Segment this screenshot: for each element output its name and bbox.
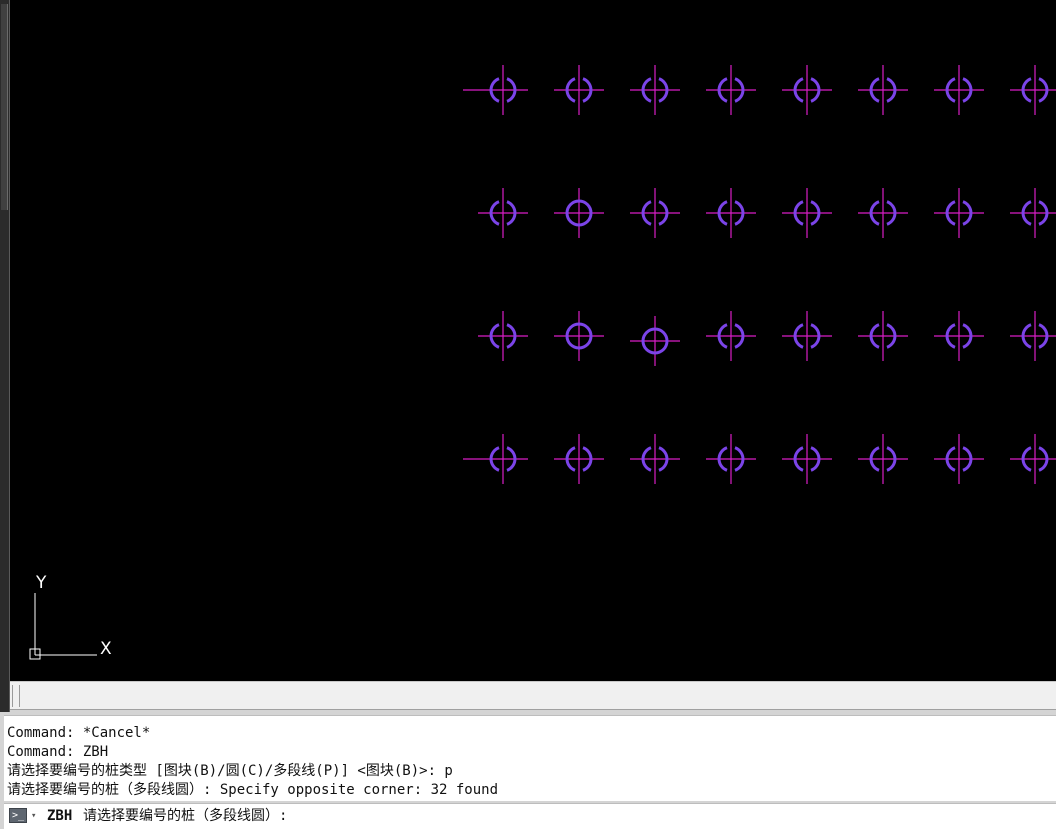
pile-symbol[interactable] xyxy=(706,188,756,238)
pile-symbol[interactable] xyxy=(782,434,832,484)
pile-symbol[interactable] xyxy=(706,65,756,115)
pile-symbol[interactable] xyxy=(1010,65,1056,115)
pile-symbol[interactable] xyxy=(630,316,680,366)
pile-symbol[interactable] xyxy=(934,434,984,484)
pile-grid[interactable] xyxy=(463,65,1056,484)
history-line: Command: ZBH xyxy=(7,744,109,760)
pile-symbol[interactable] xyxy=(630,65,680,115)
horizontal-scrollbar[interactable] xyxy=(10,681,1056,710)
pile-symbol[interactable] xyxy=(782,311,832,361)
active-command-name: ZBH xyxy=(47,808,73,824)
history-line: Command: *Cancel* xyxy=(7,725,151,741)
ucs-y-label: Y xyxy=(35,573,47,593)
left-frame-notch xyxy=(1,4,8,210)
pile-symbol[interactable] xyxy=(478,188,528,238)
command-dropdown-icon[interactable]: ▾ xyxy=(31,808,36,824)
pile-symbol[interactable] xyxy=(1010,434,1056,484)
pile-symbol[interactable] xyxy=(706,434,756,484)
pile-symbol[interactable] xyxy=(858,434,908,484)
pile-symbol[interactable] xyxy=(934,188,984,238)
pile-symbol[interactable] xyxy=(782,188,832,238)
pile-symbol[interactable] xyxy=(554,65,604,115)
pile-symbol[interactable] xyxy=(554,434,604,484)
pile-symbol[interactable] xyxy=(934,311,984,361)
left-frame-edge xyxy=(0,0,10,712)
pile-symbol[interactable] xyxy=(1010,311,1056,361)
pile-symbol[interactable] xyxy=(554,188,604,238)
pile-symbol[interactable] xyxy=(478,311,528,361)
drawing-canvas[interactable]: Y X xyxy=(10,0,1056,681)
pile-symbol[interactable] xyxy=(463,65,528,115)
pile-symbol[interactable] xyxy=(1010,188,1056,238)
pile-symbol[interactable] xyxy=(463,434,528,484)
command-line[interactable]: >_ ▾ ZBH 请选择要编号的桩（多段线圆）: xyxy=(4,803,1056,829)
ucs-axis-icon: Y X xyxy=(29,573,112,660)
command-history: Command: *Cancel* Command: ZBH 请选择要编号的桩类… xyxy=(4,715,1056,801)
command-prompt-icon[interactable]: >_ xyxy=(9,808,27,823)
history-line: 请选择要编号的桩（多段线圆）: Specify opposite corner:… xyxy=(7,782,499,798)
drawing-viewport[interactable]: Y X xyxy=(10,0,1056,681)
command-prompt-text[interactable]: 请选择要编号的桩（多段线圆）: xyxy=(83,807,287,825)
pile-symbol[interactable] xyxy=(630,434,680,484)
pile-symbol[interactable] xyxy=(934,65,984,115)
pile-symbol[interactable] xyxy=(858,311,908,361)
pile-symbol[interactable] xyxy=(858,65,908,115)
pile-symbol[interactable] xyxy=(630,188,680,238)
pile-symbol[interactable] xyxy=(782,65,832,115)
pile-symbol[interactable] xyxy=(554,311,604,361)
scrollbar-grip[interactable] xyxy=(12,685,20,707)
pile-symbol[interactable] xyxy=(706,311,756,361)
pile-symbol[interactable] xyxy=(858,188,908,238)
history-line: 请选择要编号的桩类型 [图块(B)/圆(C)/多段线(P)] <图块(B)>: … xyxy=(7,763,453,779)
ucs-x-label: X xyxy=(100,639,112,659)
